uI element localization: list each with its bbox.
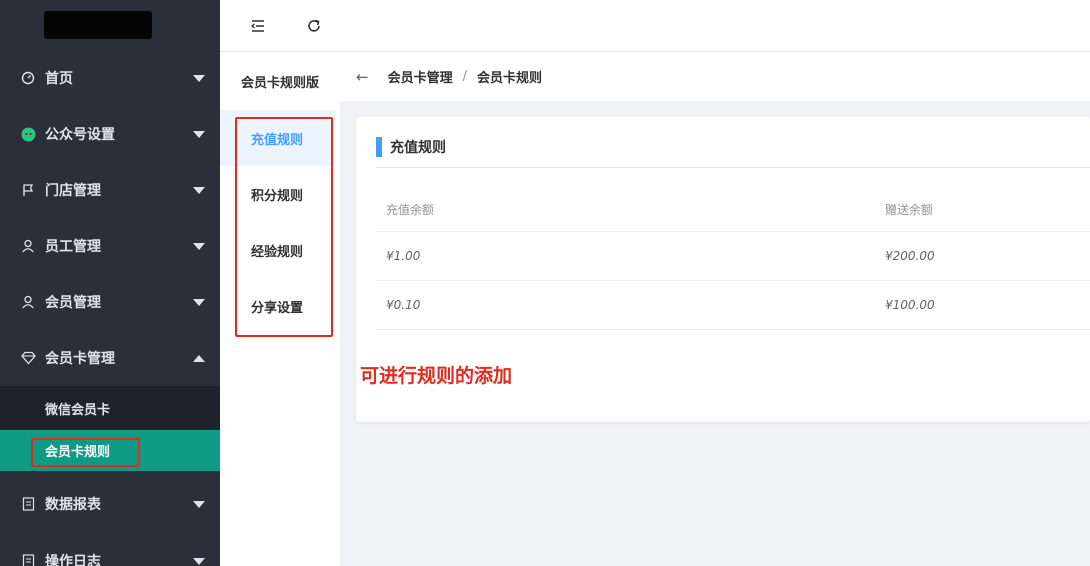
rules-menu-item-points[interactable]: 积分规则 (220, 166, 340, 222)
rules-side-menu: 会员卡规则版 充值规则 积分规则 经验规则 分享设置 (220, 52, 340, 566)
breadcrumb-level2: 会员卡规则 (476, 71, 542, 86)
rules-menu-item-share[interactable]: 分享设置 (220, 278, 340, 334)
card-divider (376, 167, 1090, 168)
sidebar-item-logs[interactable]: 操作日志 (0, 536, 220, 566)
rules-menu-item-recharge[interactable]: 充值规则 (220, 110, 335, 166)
chevron-down-icon (193, 187, 205, 194)
refresh-icon[interactable] (296, 0, 332, 52)
submenu-membership-card: 微信会员卡 会员卡规则 (0, 386, 220, 471)
submenu-item-label: 微信会员卡 (45, 402, 111, 418)
sidebar: 首页 公众号设置 门店管理 员工管理 会员管理 会员卡管理 微信会员卡 会员卡规… (0, 0, 220, 566)
chevron-down-icon (193, 299, 205, 306)
rules-menu-title: 会员卡规则版 (240, 75, 319, 91)
user-icon (20, 238, 36, 254)
document-icon (20, 553, 36, 566)
menu-fold-icon[interactable] (220, 0, 296, 52)
rules-menu-item-experience[interactable]: 经验规则 (220, 222, 340, 278)
sidebar-item-wechat-settings[interactable]: 公众号设置 (0, 106, 220, 162)
diamond-icon (20, 350, 36, 366)
sidebar-item-home[interactable]: 首页 (0, 50, 220, 106)
annotation-text: 可进行规则的添加 (360, 365, 513, 387)
cell-bonus: ¥100.00 (885, 298, 935, 312)
logo (0, 0, 220, 50)
chevron-down-icon (193, 500, 205, 508)
sidebar-item-members[interactable]: 会员管理 (0, 274, 220, 330)
chevron-down-icon (193, 558, 205, 565)
card-title: 充值规则 (390, 140, 446, 156)
sidebar-item-label: 数据报表 (45, 496, 101, 513)
logo-image (44, 11, 152, 39)
back-arrow-icon[interactable]: ← (356, 68, 369, 86)
breadcrumb-separator: / (462, 69, 467, 84)
submenu-item-label: 会员卡规则 (45, 445, 111, 460)
chevron-up-icon (193, 355, 205, 362)
user-icon (20, 294, 36, 310)
document-icon (20, 496, 36, 512)
table-header: 充值余额 赠送余额 (376, 188, 1090, 232)
cell-recharge: ¥0.10 (386, 298, 421, 312)
submenu-item-card-rules[interactable]: 会员卡规则 (0, 430, 220, 471)
sidebar-item-staff[interactable]: 员工管理 (0, 218, 220, 274)
table-row[interactable]: ¥0.10 ¥100.00 (376, 281, 1090, 330)
wechat-icon (20, 126, 36, 142)
topbar (220, 0, 1090, 52)
sidebar-item-reports[interactable]: 数据报表 (0, 471, 220, 536)
sidebar-item-label: 员工管理 (45, 239, 101, 255)
sidebar-item-label: 会员卡管理 (45, 351, 115, 367)
cell-bonus: ¥200.00 (885, 249, 935, 263)
card-header: 充值规则 (376, 137, 446, 157)
title-accent-bar (376, 137, 382, 157)
sidebar-item-label: 门店管理 (45, 183, 101, 199)
chevron-down-icon (193, 75, 205, 82)
cell-recharge: ¥1.00 (386, 249, 421, 263)
flag-icon (20, 182, 36, 198)
submenu-item-wechat-card[interactable]: 微信会员卡 (0, 386, 220, 430)
sidebar-item-label: 操作日志 (45, 554, 101, 566)
chevron-down-icon (193, 131, 205, 138)
table-row[interactable]: ¥1.00 ¥200.00 (376, 232, 1090, 281)
sidebar-item-store[interactable]: 门店管理 (0, 162, 220, 218)
dashboard-icon (20, 70, 36, 86)
sidebar-item-label: 会员管理 (45, 295, 101, 311)
column-header-bonus: 赠送余额 (885, 203, 934, 217)
breadcrumb-level1[interactable]: 会员卡管理 (388, 67, 453, 86)
breadcrumb: ← 会员卡管理 / 会员卡规则 (340, 52, 1090, 101)
column-header-recharge: 充值余额 (386, 203, 435, 217)
chevron-down-icon (193, 243, 205, 250)
sidebar-item-label: 公众号设置 (45, 127, 115, 143)
sidebar-item-membership-card[interactable]: 会员卡管理 (0, 330, 220, 386)
sidebar-item-label: 首页 (45, 71, 73, 87)
